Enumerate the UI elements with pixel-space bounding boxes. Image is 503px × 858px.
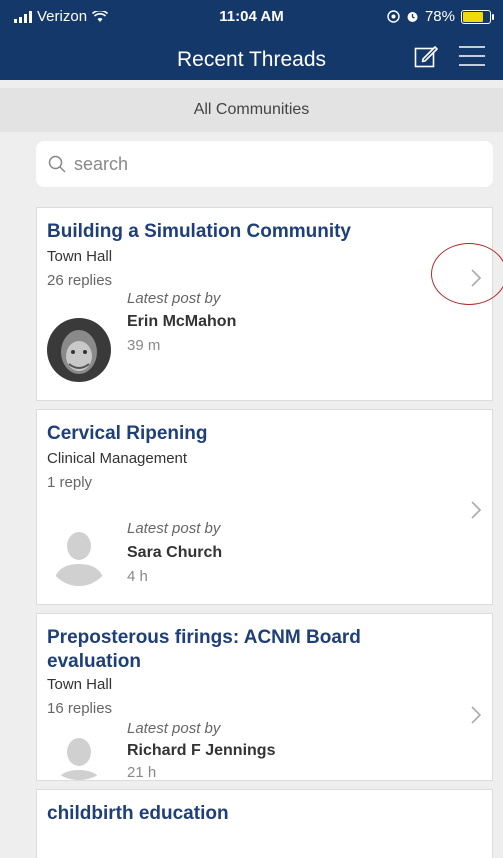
battery-percent: 78% <box>424 8 455 25</box>
thread-replies: 26 replies <box>47 272 113 289</box>
alarm-icon <box>407 12 418 22</box>
latest-post-time: 4 h <box>127 568 148 585</box>
thread-title[interactable]: childbirth education <box>47 802 437 826</box>
compose-icon[interactable] <box>414 44 438 68</box>
thread-title[interactable]: Preposterous firings: ACNM Board evaluat… <box>47 626 437 674</box>
thread-card[interactable]: Cervical Ripening Clinical Management 1 … <box>36 409 493 605</box>
latest-post-author: Erin McMahon <box>127 313 237 330</box>
highlight-annotation <box>431 243 503 305</box>
latest-post-label: Latest post by <box>127 520 221 537</box>
latest-post-label: Latest post by <box>127 720 221 737</box>
search-icon <box>48 155 66 173</box>
avatar-placeholder-icon <box>47 522 111 586</box>
avatar-photo-icon <box>47 318 111 382</box>
thread-replies: 1 reply <box>47 474 93 491</box>
battery-level <box>463 11 484 22</box>
status-bar: Verizon 11:04 AM 78% <box>0 0 503 32</box>
search-bar[interactable] <box>36 141 493 187</box>
thread-title[interactable]: Cervical Ripening <box>47 422 437 446</box>
location-icon <box>387 10 400 23</box>
latest-post-time: 39 m <box>127 337 161 354</box>
avatar <box>47 728 111 780</box>
menu-icon[interactable] <box>458 44 486 68</box>
thread-replies: 16 replies <box>47 700 113 717</box>
search-input[interactable] <box>74 153 454 175</box>
battery-icon <box>461 9 494 24</box>
status-right: 78% <box>387 8 494 25</box>
avatar <box>47 522 111 586</box>
latest-post-label: Latest post by <box>127 290 221 307</box>
chevron-right-icon[interactable] <box>470 705 482 725</box>
avatar <box>47 318 111 382</box>
community-filter[interactable]: All Communities <box>0 88 503 132</box>
thread-title[interactable]: Building a Simulation Community <box>47 220 437 244</box>
top-bar: Verizon 11:04 AM 78% Recent Threads <box>0 0 503 80</box>
latest-post-time: 21 h <box>127 764 157 781</box>
thread-card[interactable]: childbirth education <box>36 789 493 858</box>
latest-post-author: Richard F Jennings <box>127 742 276 759</box>
thread-community: Clinical Management <box>47 450 188 467</box>
thread-card[interactable]: Building a Simulation Community Town Hal… <box>36 207 493 401</box>
thread-card[interactable]: Preposterous firings: ACNM Board evaluat… <box>36 613 493 781</box>
thread-community: Town Hall <box>47 248 113 265</box>
thread-community: Town Hall <box>47 676 113 693</box>
latest-post-author: Sara Church <box>127 544 223 561</box>
avatar-placeholder-icon <box>47 728 111 780</box>
chevron-right-icon[interactable] <box>470 500 482 520</box>
